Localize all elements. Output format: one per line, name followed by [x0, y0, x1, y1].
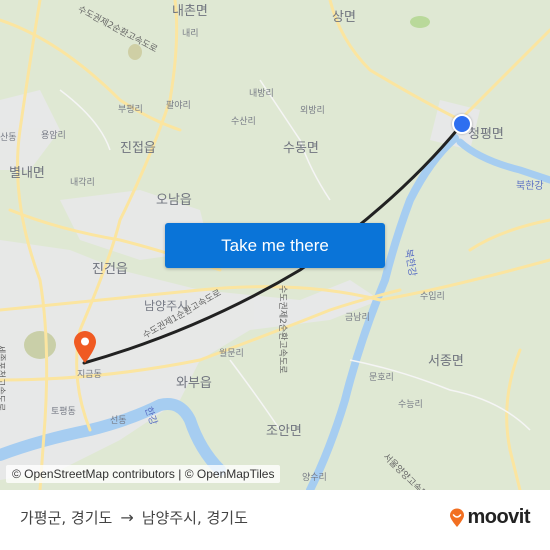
place-label: 오남읍 [156, 193, 192, 208]
place-label: 팔야리 [166, 101, 191, 111]
place-label: 조안면 [266, 424, 302, 439]
place-label: 서종면 [428, 354, 464, 369]
moovit-logo[interactable]: moovit [449, 506, 530, 529]
road-label: 세종포천고속도로 [0, 345, 5, 412]
place-label: 수입리 [420, 292, 445, 302]
place-label: 문호리 [369, 373, 394, 383]
place-label: 진접읍 [120, 141, 156, 156]
place-label: 외방리 [300, 106, 325, 116]
place-label: 수동면 [283, 141, 319, 156]
place-label: 선동 [110, 416, 127, 426]
place-label: 수산리 [231, 117, 256, 127]
place-label: 지금동 [77, 370, 102, 380]
destination-pin-icon[interactable] [73, 330, 97, 368]
place-label: 와부읍 [176, 376, 212, 391]
route-summary: 가평군, 경기도 → 남양주시, 경기도 [20, 507, 248, 528]
road-label: 수도권제2순환고속도로 [277, 285, 287, 374]
origin-marker[interactable] [452, 114, 472, 134]
moovit-wordmark: moovit [467, 506, 530, 528]
place-label: 월문리 [219, 349, 244, 359]
map-view[interactable]: 내촌면 상면내리부평리 팔야리 내방리수산리 외방리수동면 청평면 산동 용암리진접읍별내면내… [0, 0, 550, 490]
map-attribution[interactable]: © OpenStreetMap contributors | © OpenMap… [6, 465, 281, 483]
origin-name: 가평군, 경기도 [20, 509, 113, 527]
place-label: 내리 [182, 29, 199, 39]
footer-bar: 가평군, 경기도 → 남양주시, 경기도 moovit [0, 490, 550, 550]
place-label: 진건읍 [92, 262, 128, 277]
place-label: 청평면 [468, 127, 504, 142]
place-label: 상면 [332, 10, 356, 25]
moovit-pin-icon [450, 508, 465, 527]
place-label: 양수리 [302, 473, 327, 483]
place-label: 내방리 [249, 89, 274, 99]
place-label: 산동 [0, 133, 17, 143]
place-label: 용암리 [41, 131, 66, 141]
arrow-right-icon: → [120, 508, 134, 527]
place-label: 부평리 [118, 105, 143, 115]
take-me-there-button[interactable]: Take me there [165, 223, 385, 268]
place-label: 내각리 [70, 178, 95, 188]
place-label: 수능리 [398, 400, 423, 410]
place-label: 토평동 [51, 407, 76, 417]
place-label: 별내면 [9, 166, 45, 181]
place-label: 북한강 [516, 181, 544, 192]
place-label: 내촌면 [172, 4, 208, 19]
place-label: 금남리 [345, 313, 370, 323]
destination-name: 남양주시, 경기도 [141, 509, 248, 527]
